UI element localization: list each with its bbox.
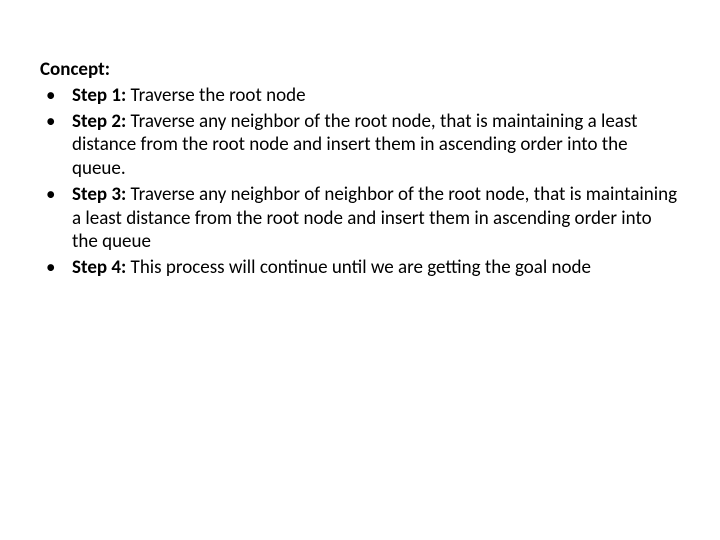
steps-list: Step 1: Traverse the root node Step 2: T… [40,84,680,280]
step-text: Step 2: Traverse any neighbor of the roo… [72,110,637,181]
step-body: Traverse the root node [126,84,305,107]
list-item: Step 2: Traverse any neighbor of the roo… [40,110,680,181]
step-text: Step 3: Traverse any neighbor of neighbo… [72,183,677,254]
list-item: Step 3: Traverse any neighbor of neighbo… [40,183,680,254]
step-text: Step 1: Traverse the root node [72,84,306,107]
step-label: Step 1: [72,84,126,107]
step-body: Traverse any neighbor of the root node, … [72,110,637,181]
list-item: Step 4: This process will continue until… [40,256,680,280]
step-label: Step 4: [72,256,126,279]
step-label: Step 2: [72,110,126,133]
step-label: Step 3: [72,183,126,206]
list-item: Step 1: Traverse the root node [40,84,680,108]
concept-heading: Concept: [40,58,680,82]
step-text: Step 4: This process will continue until… [72,256,591,279]
step-body: Traverse any neighbor of neighbor of the… [72,183,677,254]
step-body: This process will continue until we are … [126,256,591,279]
